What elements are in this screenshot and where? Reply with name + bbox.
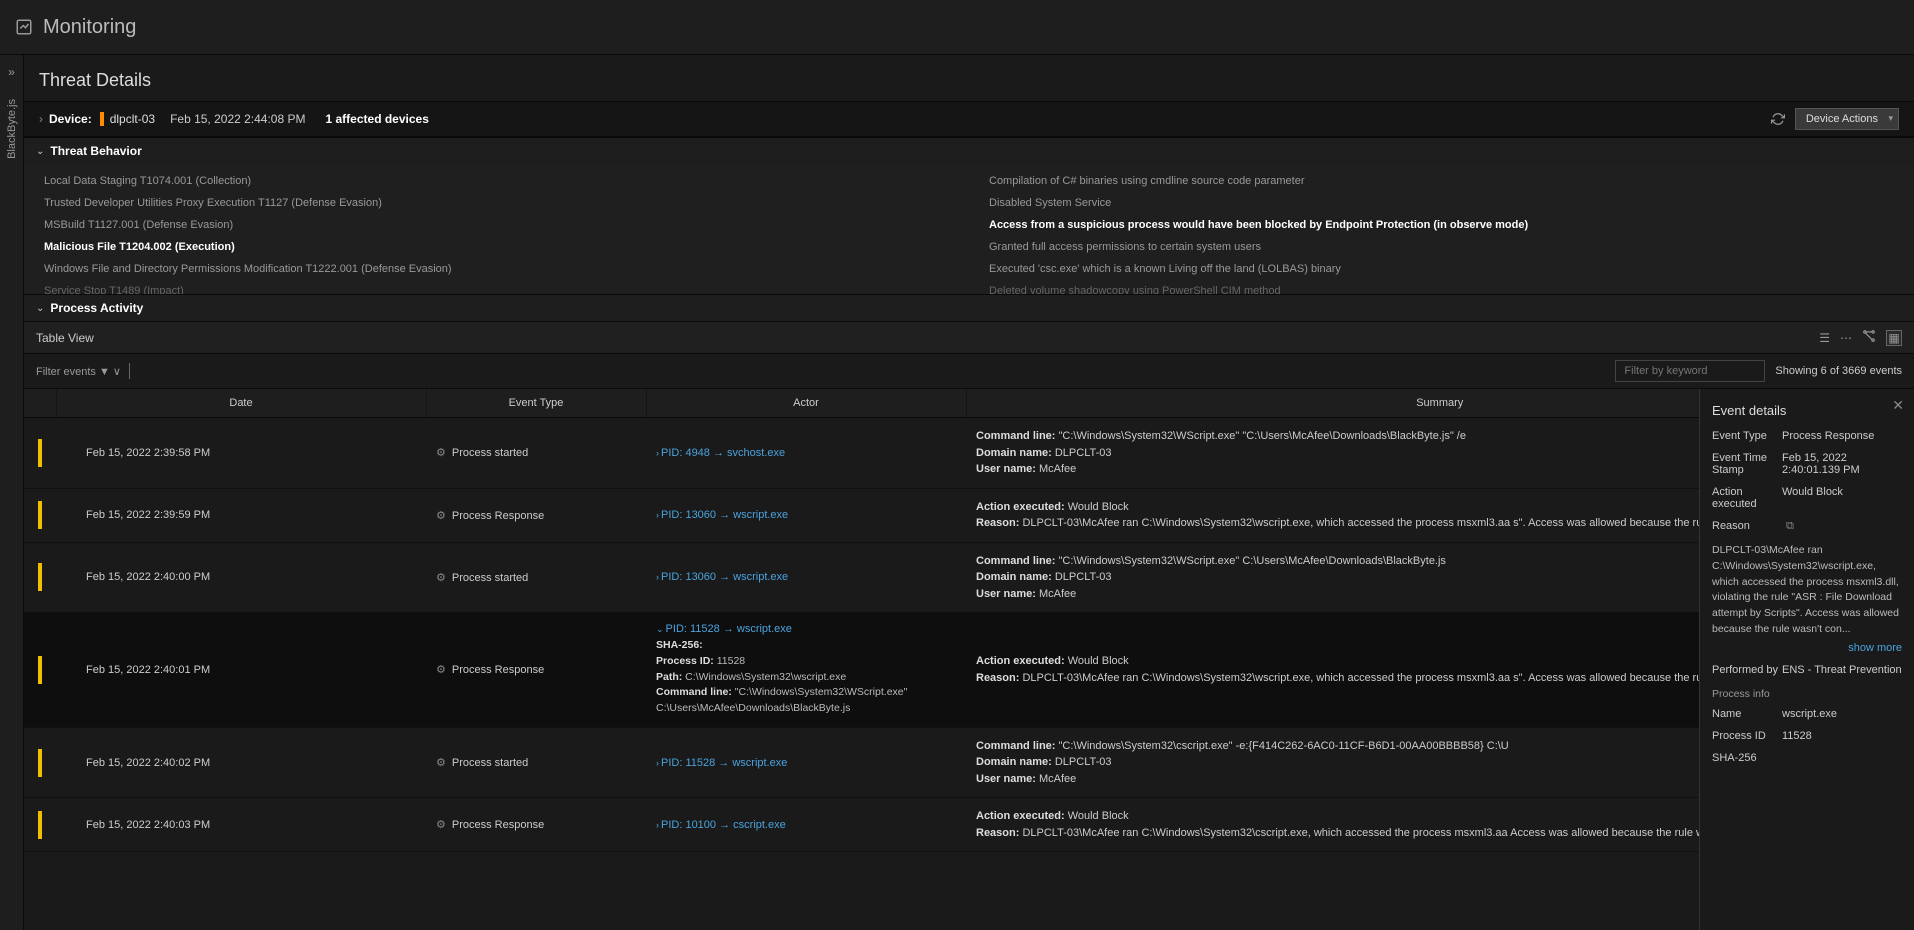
process-activity-header[interactable]: ⌄ Process Activity — [24, 294, 1914, 321]
filter-label[interactable]: Filter events ▼ ∨ — [36, 365, 121, 378]
severity-marker — [38, 749, 42, 777]
list-view-icon[interactable]: ☰ — [1819, 331, 1830, 345]
table-controls: Table View ☰ ⋯ ▦ — [24, 321, 1914, 354]
filter-bar: Filter events ▼ ∨ Showing 6 of 3669 even… — [24, 354, 1914, 389]
col-type[interactable]: Event Type — [426, 389, 646, 418]
actor-link[interactable]: PID: 13060 → wscript.exe — [661, 571, 788, 583]
behavior-item[interactable]: Malicious File T1204.002 (Execution) — [24, 236, 969, 258]
behavior-item[interactable]: Granted full access permissions to certa… — [969, 236, 1914, 258]
refresh-icon[interactable] — [1771, 112, 1785, 126]
device-bar: › Device: dlpclt-03 Feb 15, 2022 2:44:08… — [24, 101, 1914, 137]
left-rail: » BlackByte.js — [0, 55, 24, 930]
table-row[interactable]: Feb 15, 2022 2:40:03 PM⚙Process Response… — [24, 798, 1914, 852]
reason-text: DLPCLT-03\McAfee ran C:\Windows\System32… — [1712, 543, 1902, 638]
behavior-item[interactable]: MSBuild T1127.001 (Defense Evasion) — [24, 214, 969, 236]
table-row[interactable]: Feb 15, 2022 2:39:58 PM⚙Process started›… — [24, 418, 1914, 489]
gear-icon: ⚙ — [436, 572, 446, 584]
behavior-item[interactable]: Access from a suspicious process would h… — [969, 214, 1914, 236]
grid-view-icon[interactable]: ▦ — [1886, 330, 1902, 346]
severity-marker — [38, 811, 42, 839]
actor-link[interactable]: PID: 13060 → wscript.exe — [661, 509, 788, 521]
threat-behavior-body: Local Data Staging T1074.001 (Collection… — [24, 164, 1914, 294]
device-timestamp: Feb 15, 2022 2:44:08 PM — [170, 112, 305, 126]
behavior-item[interactable]: Service Stop T1489 (Impact) — [24, 280, 969, 294]
device-actions-button[interactable]: Device Actions — [1795, 108, 1899, 130]
behavior-item[interactable]: Disabled System Service — [969, 192, 1914, 214]
table-row[interactable]: Feb 15, 2022 2:40:02 PM⚙Process started›… — [24, 727, 1914, 798]
rail-tab[interactable]: BlackByte.js — [6, 99, 18, 159]
caret-down-icon: ⌄ — [36, 146, 44, 157]
affected-count[interactable]: 1 affected devices — [326, 112, 429, 126]
actor-link[interactable]: PID: 10100 → cscript.exe — [661, 819, 786, 831]
severity-marker — [38, 563, 42, 591]
severity-marker — [38, 439, 42, 467]
gear-icon: ⚙ — [436, 757, 446, 769]
gear-icon: ⚙ — [436, 447, 446, 459]
table-row[interactable]: Feb 15, 2022 2:40:00 PM⚙Process started›… — [24, 542, 1914, 613]
severity-marker — [38, 656, 42, 684]
process-name-link[interactable]: wscript.exe — [1782, 708, 1902, 720]
details-title: Event details — [1712, 403, 1902, 418]
more-icon[interactable]: ⋯ — [1840, 331, 1852, 345]
keyword-input[interactable] — [1615, 360, 1765, 382]
gear-icon: ⚙ — [436, 510, 446, 522]
event-details-panel: ✕ Event details Event TypeProcess Respon… — [1699, 389, 1914, 930]
table-row[interactable]: Feb 15, 2022 2:40:01 PM⚙Process Response… — [24, 613, 1914, 728]
gear-icon: ⚙ — [436, 664, 446, 676]
process-info-head: Process info — [1712, 688, 1902, 700]
table-view-label: Table View — [36, 331, 94, 345]
actor-link[interactable]: PID: 11528 → wscript.exe — [666, 623, 792, 635]
event-count: Showing 6 of 3669 events — [1775, 365, 1902, 377]
device-status-indicator — [100, 112, 104, 126]
behavior-item[interactable]: Deleted volume shadowcopy using PowerShe… — [969, 280, 1914, 294]
behavior-item[interactable]: Executed 'csc.exe' which is a known Livi… — [969, 258, 1914, 280]
device-chevron-icon[interactable]: › — [39, 112, 43, 126]
behavior-item[interactable]: Trusted Developer Utilities Proxy Execut… — [24, 192, 969, 214]
filter-input[interactable] — [129, 363, 329, 379]
device-name[interactable]: dlpclt-03 — [110, 112, 155, 126]
graph-view-icon[interactable] — [1862, 329, 1876, 346]
gear-icon: ⚙ — [436, 819, 446, 831]
close-icon[interactable]: ✕ — [1892, 397, 1904, 414]
actor-chevron-icon[interactable]: › — [656, 820, 659, 830]
expand-rail-icon[interactable]: » — [8, 65, 15, 79]
col-date[interactable]: Date — [56, 389, 426, 418]
actor-chevron-icon[interactable]: › — [656, 510, 659, 520]
device-label: Device: — [49, 112, 92, 126]
behavior-item[interactable]: Windows File and Directory Permissions M… — [24, 258, 969, 280]
actor-chevron-icon[interactable]: › — [656, 448, 659, 458]
page-title: Threat Details — [24, 55, 1914, 101]
events-table: Date Event Type Actor Summary Feb 15, 20… — [24, 389, 1914, 852]
table-row[interactable]: Feb 15, 2022 2:39:59 PM⚙Process Response… — [24, 488, 1914, 542]
copy-icon[interactable]: ⧉ — [1786, 520, 1794, 533]
actor-link[interactable]: PID: 11528 → wscript.exe — [661, 757, 787, 769]
actor-chevron-icon[interactable]: ⌄ — [656, 624, 664, 634]
actor-link[interactable]: PID: 4948 → svchost.exe — [661, 447, 785, 459]
monitoring-icon — [15, 18, 33, 36]
page-header-title: Monitoring — [43, 16, 136, 39]
caret-down-icon: ⌄ — [36, 303, 44, 314]
threat-behavior-header[interactable]: ⌄ Threat Behavior — [24, 137, 1914, 164]
behavior-item[interactable]: Compilation of C# binaries using cmdline… — [969, 170, 1914, 192]
col-actor[interactable]: Actor — [646, 389, 966, 418]
actor-chevron-icon[interactable]: › — [656, 758, 659, 768]
show-more-link[interactable]: show more — [1712, 642, 1902, 654]
behavior-item[interactable]: Local Data Staging T1074.001 (Collection… — [24, 170, 969, 192]
top-bar: Monitoring — [0, 0, 1914, 55]
actor-chevron-icon[interactable]: › — [656, 572, 659, 582]
severity-marker — [38, 501, 42, 529]
